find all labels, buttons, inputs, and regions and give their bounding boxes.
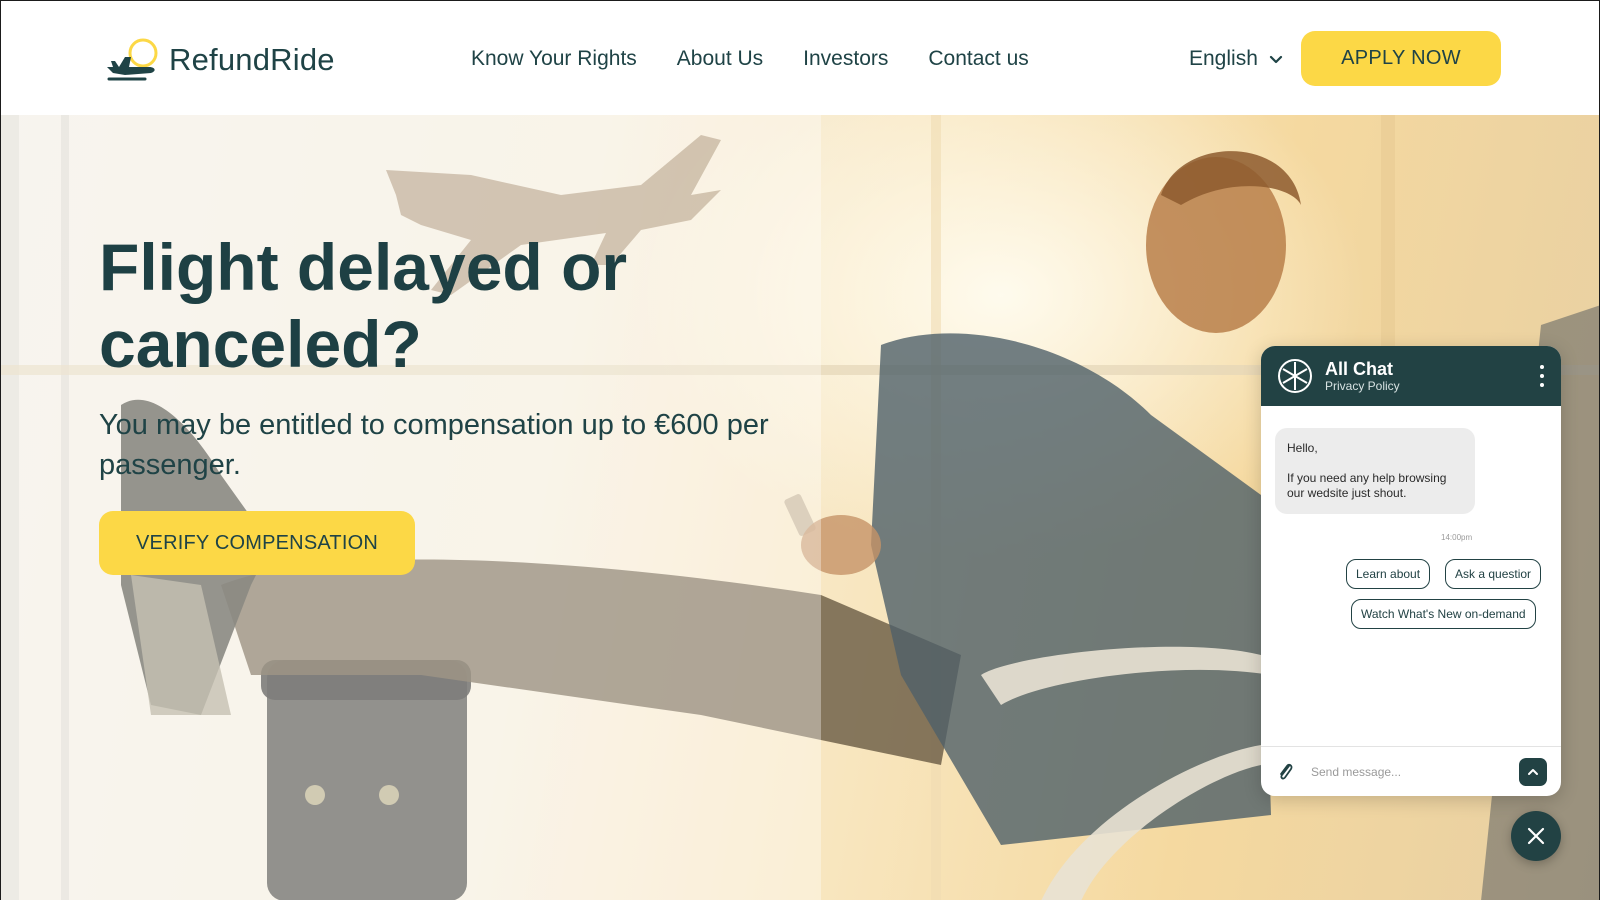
chat-privacy-link[interactable]: Privacy Policy bbox=[1325, 379, 1400, 393]
language-label: English bbox=[1189, 47, 1258, 70]
hero-title: Flight delayed or canceled? bbox=[99, 230, 628, 381]
chat-greeting: Hello, bbox=[1287, 441, 1318, 455]
chat-close-button[interactable] bbox=[1511, 811, 1561, 861]
quick-reply-learn-about[interactable]: Learn about bbox=[1346, 559, 1431, 589]
chat-input-bar bbox=[1261, 746, 1561, 796]
chat-widget: All Chat Privacy Policy Hello, If you ne… bbox=[1261, 346, 1561, 796]
plane-logo-icon bbox=[107, 38, 158, 81]
hero-subtitle: You may be entitled to compensation up t… bbox=[99, 409, 769, 481]
chat-header-text: All Chat Privacy Policy bbox=[1325, 359, 1400, 393]
quick-reply-watch-whats-new[interactable]: Watch What's New on-demand bbox=[1351, 599, 1536, 629]
brand-name: RefundRide bbox=[169, 42, 335, 77]
apply-now-button[interactable]: APPLY NOW bbox=[1301, 31, 1501, 86]
nav-item-know-your-rights[interactable]: Know Your Rights bbox=[471, 47, 637, 71]
close-icon bbox=[1527, 827, 1545, 845]
chat-message-bubble: Hello, If you need any help browsing our… bbox=[1275, 428, 1475, 514]
nav-item-contact-us[interactable]: Contact us bbox=[928, 47, 1028, 71]
chat-logo-icon bbox=[1278, 359, 1312, 393]
chat-send-button[interactable] bbox=[1519, 757, 1547, 786]
chat-message-time: 14:00pm bbox=[1441, 533, 1473, 542]
brand-logo[interactable]: RefundRide bbox=[105, 37, 335, 83]
quick-reply-ask-question[interactable]: Ask a questior bbox=[1445, 559, 1542, 589]
nav-item-about-us[interactable]: About Us bbox=[677, 47, 763, 71]
language-selector[interactable]: English bbox=[1189, 47, 1284, 71]
main-nav: Know Your Rights About Us Investors Cont… bbox=[471, 47, 1029, 71]
chat-message-input[interactable] bbox=[1311, 764, 1519, 779]
chat-header: All Chat Privacy Policy bbox=[1261, 346, 1561, 406]
chat-title: All Chat bbox=[1325, 359, 1394, 379]
nav-item-investors[interactable]: Investors bbox=[803, 47, 888, 71]
site-header: RefundRide Know Your Rights About Us Inv… bbox=[1, 1, 1599, 115]
chevron-up-icon bbox=[1528, 768, 1538, 775]
paperclip-icon[interactable] bbox=[1275, 761, 1297, 783]
chat-message-text: If you need any help browsing our wedsit… bbox=[1287, 471, 1447, 500]
chevron-down-icon bbox=[1269, 55, 1282, 64]
verify-compensation-button[interactable]: VERIFY COMPENSATION bbox=[99, 511, 415, 575]
more-vertical-icon[interactable] bbox=[1537, 365, 1547, 387]
